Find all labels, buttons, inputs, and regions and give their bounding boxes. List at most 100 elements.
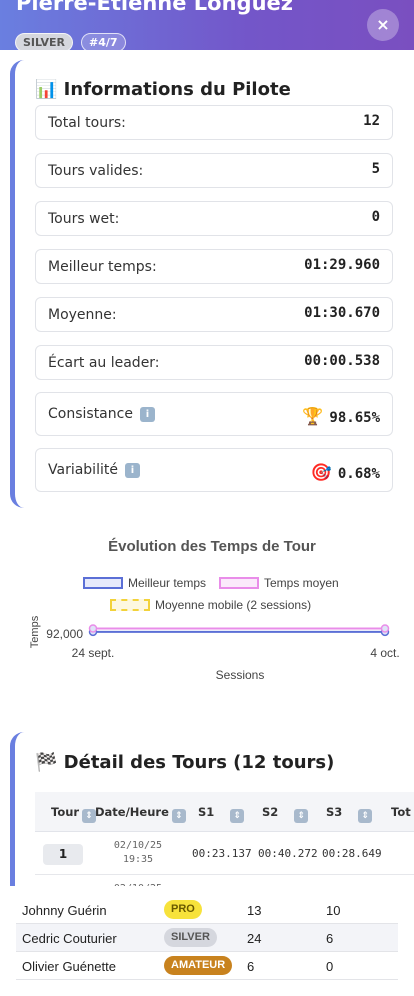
stat-label: Consistance i [48,406,155,422]
stat-value: 00:00.538 [304,353,380,369]
stat-best-time: Meilleur temps: 01:29.960 [35,249,393,284]
pilot-info-card: 📊 Informations du Pilote Total tours: 12… [10,60,414,508]
column-label: Date/Heure [95,805,169,819]
stat-variability: Variabilité i 🎯 0.68% [35,448,393,492]
close-icon: × [376,15,390,34]
legend-swatch-average [219,577,259,589]
stat-average-time: Moyenne: 01:30.670 [35,297,393,332]
stat-value: 12 [363,113,380,129]
level-badge: PRO [164,900,202,919]
sort-icon[interactable]: ⇕ [230,809,245,823]
pilot-header: Pierre-Étienne Longuez SILVER #4/7 × [0,0,414,50]
laps-title: 🏁 Détail des Tours (12 tours) [35,752,335,773]
stat-valid-laps: Tours valides: 5 [35,153,393,188]
variability-value: 0.68% [337,466,380,482]
stat-value: 5 [371,161,380,177]
ranking-value: 10 [326,903,341,918]
stat-label: Tours wet: [48,211,120,227]
lap-s1: 00:23.137 [192,847,252,860]
stat-wet-laps: Tours wet: 0 [35,201,393,236]
stat-label: Total tours: [48,115,126,131]
ranking-value: 6 [326,931,334,946]
pilot-badges: SILVER #4/7 [15,33,126,50]
stat-value: 01:30.670 [304,305,380,321]
legend-item-best[interactable]: Meilleur temps [83,576,206,590]
stat-label: Tours valides: [48,163,144,179]
stat-label: Meilleur temps: [48,259,157,275]
ranking-row[interactable]: Johnny Guérin PRO 13 10 [16,896,398,924]
column-header-date[interactable]: Date/Heure ⇕ [95,805,186,823]
chart-title: Évolution des Temps de Tour [108,538,316,555]
info-icon[interactable]: i [139,407,155,422]
legend-label: Temps moyen [264,576,339,590]
table-header: Tour ⇕ Date/Heure ⇕ S1 ⇕ S2 ⇕ S3 ⇕ Tot [35,792,414,832]
table-row[interactable]: 1 02/10/25 19:35 00:23.137 00:40.272 00:2… [35,833,414,875]
level-badge: SILVER [15,33,74,50]
ranking-row[interactable]: Olivier Guénette AMATEUR 6 0 [16,952,398,980]
column-header-s1[interactable]: S1 ⇕ [198,805,245,823]
ranking-table: Johnny Guérin PRO 13 10 Cedric Couturier… [0,886,414,996]
stat-gap-to-leader: Écart au leader: 00:00.538 [35,345,393,380]
stat-value: 0 [371,209,380,225]
info-icon[interactable]: i [124,463,140,478]
stat-total-laps: Total tours: 12 [35,105,393,140]
data-point[interactable] [380,624,390,633]
stat-value: 🎯 0.68% [311,463,380,483]
sort-icon[interactable]: ⇕ [82,809,97,823]
legend-swatch-best [83,577,123,589]
stat-label: Moyenne: [48,307,117,323]
ranking-value: 0 [326,959,334,974]
x-tick-label: 4 oct. [370,646,399,660]
lap-time: 19:35 [122,854,154,865]
stat-label: Variabilité i [48,462,140,478]
target-icon: 🎯 [310,463,332,483]
stat-consistency: Consistance i 🏆 98.65% [35,392,393,436]
close-button[interactable]: × [367,9,399,41]
column-label: Tot [391,805,411,819]
column-label: Tour [51,805,80,819]
trophy-icon: 🏆 [302,407,324,427]
lap-number: 1 [43,844,83,865]
column-label: S3 [326,805,343,819]
column-header-total[interactable]: Tot [391,805,411,819]
sort-icon[interactable]: ⇕ [358,809,373,823]
stat-value: 🏆 98.65% [302,407,380,427]
consistency-value: 98.65% [329,410,380,426]
legend-label: Meilleur temps [128,576,207,590]
ranking-row[interactable]: Cedric Couturier SILVER 24 6 [16,924,398,952]
lap-datetime: 02/10/25 19:35 [103,839,173,867]
column-header-s3[interactable]: S3 ⇕ [326,805,373,823]
driver-name: Olivier Guénette [22,959,116,974]
y-tick-label: 92,000 [46,627,83,641]
variability-label: Variabilité [48,462,118,478]
ranking-value: 24 [247,931,262,946]
y-axis-label: Temps [29,615,41,648]
lap-s2: 00:40.272 [258,847,318,860]
data-point[interactable] [88,624,98,633]
x-tick-label: 24 sept. [72,646,115,660]
level-badge: SILVER [164,928,217,947]
rank-badge: #4/7 [81,33,126,50]
ranking-value: 6 [247,959,255,974]
column-header-lap[interactable]: Tour ⇕ [51,805,97,823]
driver-name: Cedric Couturier [22,931,117,946]
level-badge: AMATEUR [164,956,233,975]
column-header-s2[interactable]: S2 ⇕ [262,805,309,823]
driver-name: Johnny Guérin [22,903,107,918]
laps-detail-card: 🏁 Détail des Tours (12 tours) Tour ⇕ Date… [10,732,414,902]
lap-times-chart: Temps 92,000 24 sept. 4 oct. Sessions [29,615,400,682]
legend-item-average[interactable]: Temps moyen [219,576,339,590]
sort-icon[interactable]: ⇕ [171,809,186,823]
pilot-name: Pierre-Étienne Longuez [16,0,293,15]
info-title: 📊 Informations du Pilote [35,79,291,100]
lap-date: 02/10/25 [113,840,163,851]
stat-label: Écart au leader: [48,355,160,371]
ranking-value: 13 [247,903,262,918]
column-label: S2 [262,805,279,819]
lap-s3: 00:28.649 [322,847,382,860]
consistency-label: Consistance [48,406,133,422]
x-axis-label: Sessions [216,668,265,682]
stat-value: 01:29.960 [304,257,380,273]
column-label: S1 [198,805,215,819]
sort-icon[interactable]: ⇕ [294,809,309,823]
